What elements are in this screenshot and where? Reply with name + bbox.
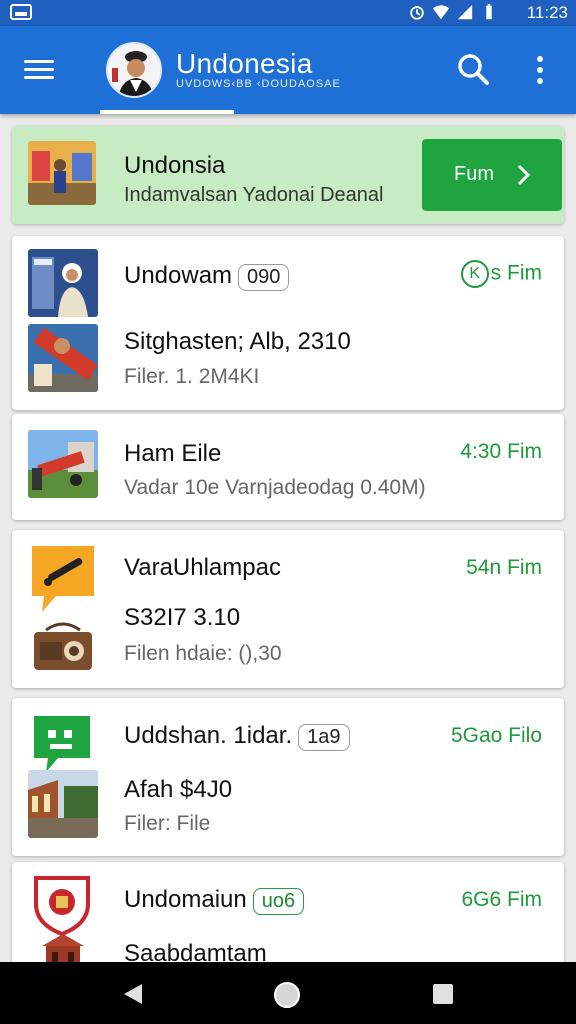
app-title: Undonesia — [176, 48, 313, 79]
item-time: Ks Fim — [460, 260, 542, 288]
status-bar: 11:23 — [0, 0, 576, 26]
clock-icon: K — [460, 260, 489, 288]
item-meta: Filen hdaie: (),30 — [124, 642, 282, 665]
back-icon[interactable] — [122, 982, 144, 1006]
signal-icon — [457, 4, 473, 20]
list-item[interactable]: Undomaiun uo6 6G6 Fim Saabdamtam — [12, 862, 564, 972]
featured-action-button[interactable]: Fum — [422, 139, 562, 211]
item-thumbnail — [28, 430, 98, 498]
item-badge: 090 — [238, 264, 290, 291]
featured-button-label: Fum — [454, 163, 494, 185]
list-item[interactable]: VaraUhlampac 54n Fim S32I7 3.10 Filen hd… — [12, 530, 564, 688]
avatar[interactable] — [106, 42, 162, 98]
active-tab-indicator — [100, 110, 234, 114]
list-item[interactable]: Undowam 090 Ks Fim Sitghasten; Alb, 2310 … — [12, 236, 564, 410]
item-badge: 1a9 — [298, 724, 350, 751]
item-time-label: s Fim — [490, 261, 542, 285]
item-title-row: Uddshan. 1idar. 1a9 — [124, 722, 350, 751]
item-time: 54n Fim — [466, 556, 542, 579]
item-meta: Vadar 10e Varnjadeodag 0.40M) — [124, 476, 426, 499]
app-bar: Undonesia UVDOWS‹BB ‹DOUDAOSAE — [0, 26, 576, 114]
item-thumbnail — [28, 324, 98, 392]
system-nav-bar — [0, 962, 576, 1024]
list-item[interactable]: Ham Eile 4:30 Fim Vadar 10e Varnjadeodag… — [12, 414, 564, 520]
item-time: 5Gao Filo — [450, 724, 542, 747]
item-title: Undowam — [124, 262, 233, 289]
item-detail: S32I7 3.10 — [124, 604, 241, 631]
item-title: VaraUhlampac — [124, 554, 281, 581]
item-time: 4:30 Fim — [460, 440, 542, 463]
chevron-right-icon — [517, 164, 531, 186]
home-icon[interactable] — [274, 982, 300, 1008]
item-badge: uo6 — [252, 888, 305, 915]
item-meta: Filer. 1. 2M4KI — [124, 365, 260, 388]
item-title: Uddshan. 1idar. — [124, 722, 293, 749]
item-thumbnail — [28, 249, 98, 317]
item-detail: Sitghasten; Alb, 2310 — [124, 328, 351, 355]
item-detail: Afah $4J0 — [124, 776, 233, 803]
menu-icon[interactable] — [22, 56, 58, 84]
radio-icon — [28, 614, 98, 682]
list-item[interactable]: Uddshan. 1idar. 1a9 5Gao Filo Afah $4J0 F… — [12, 698, 564, 856]
item-thumbnail — [28, 770, 98, 838]
featured-thumbnail — [28, 141, 96, 205]
battery-icon — [486, 3, 492, 20]
item-title-row: Undomaiun uo6 — [124, 886, 305, 915]
item-title-row: Undowam 090 — [124, 262, 290, 291]
item-time: 6G6 Fim — [461, 888, 542, 911]
alarm-icon — [410, 6, 424, 20]
status-time: 11:23 — [526, 3, 568, 22]
featured-subtitle: Indamvalsan Yadonai Deanal — [124, 184, 384, 206]
gallery-icon — [10, 4, 32, 20]
status-icons — [408, 3, 498, 21]
more-vert-icon[interactable] — [530, 54, 550, 86]
search-icon[interactable] — [456, 52, 490, 86]
item-meta: Filer: File — [124, 812, 211, 835]
recents-icon[interactable] — [433, 984, 453, 1004]
item-title: Undomaiun — [124, 886, 247, 913]
item-title: Ham Eile — [124, 440, 222, 467]
wifi-icon — [432, 5, 450, 20]
featured-title: Undonsia — [124, 152, 226, 179]
shield-emblem-icon — [32, 874, 92, 937]
chat-bubble-icon — [28, 542, 98, 612]
featured-banner[interactable]: Undonsia Indamvalsan Yadonai Deanal Fum — [12, 126, 564, 224]
app-subtitle: UVDOWS‹BB ‹DOUDAOSAE — [176, 78, 341, 90]
